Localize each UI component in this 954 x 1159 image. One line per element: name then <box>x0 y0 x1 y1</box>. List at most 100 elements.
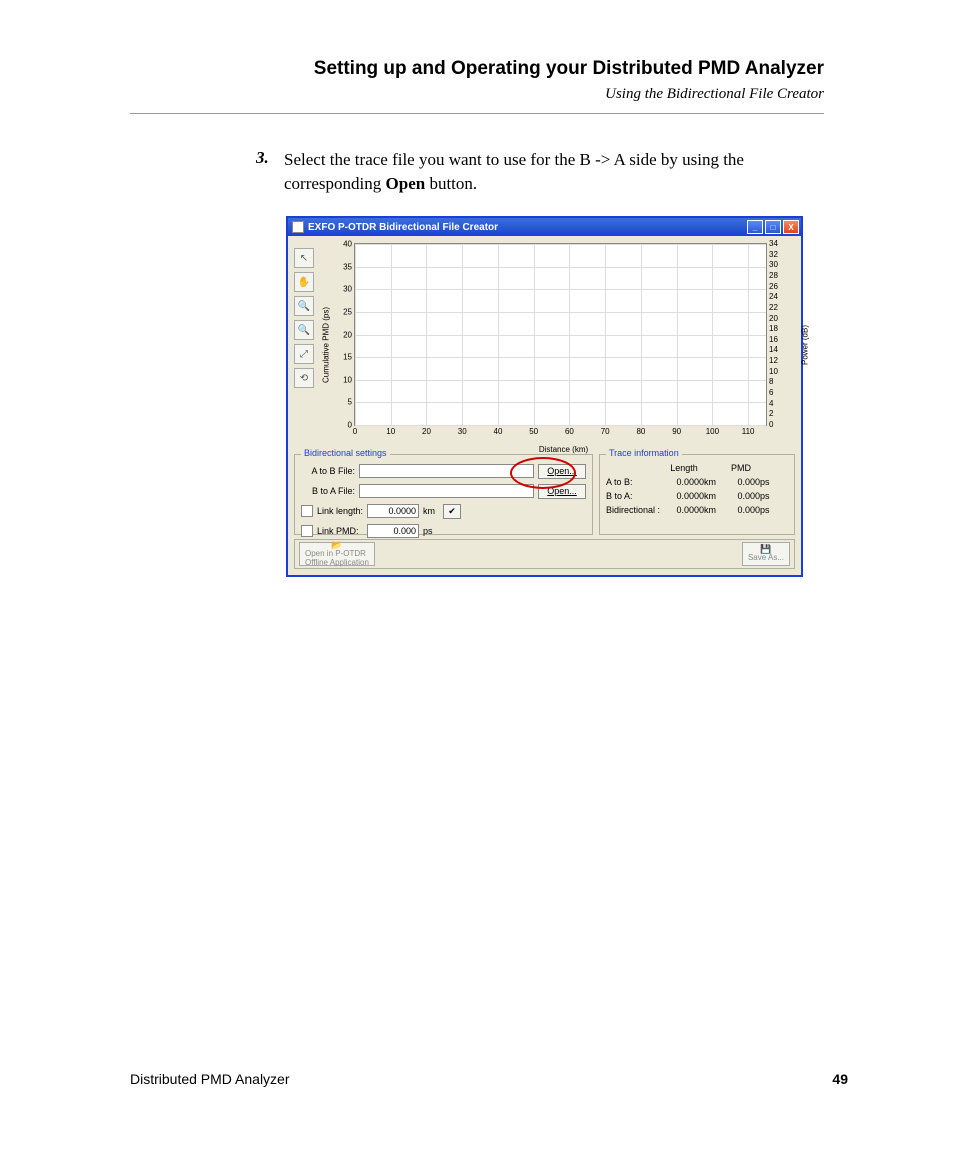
save-as-button[interactable]: 💾 Save As... <box>742 542 790 566</box>
zoom-out-button[interactable]: 🔍 <box>294 320 314 340</box>
y2-tick: 34 <box>766 240 778 248</box>
y2-tick: 16 <box>766 336 778 344</box>
x-axis-label: Distance (km) <box>539 445 588 454</box>
link-pmd-label: Link PMD: <box>317 526 367 536</box>
y2-tick: 22 <box>766 304 778 312</box>
y2-tick: 0 <box>766 421 773 429</box>
close-button[interactable]: X <box>783 220 799 234</box>
trace-legend: Trace information <box>606 448 682 458</box>
pointer-tool-button[interactable]: ↖ <box>294 248 314 268</box>
trace-length-unit: km <box>704 491 722 501</box>
trace-pmd-unit: ps <box>760 505 774 515</box>
ab-file-label: A to B File: <box>301 466 359 476</box>
ab-file-input[interactable] <box>359 464 534 478</box>
plot-area[interactable]: 0102030405060708090100110051015202530354… <box>354 243 767 426</box>
y2-tick: 8 <box>766 378 773 386</box>
section-title: Using the Bidirectional File Creator <box>130 86 824 103</box>
trace-row-label: Bidirectional : <box>606 505 664 515</box>
y-axis-label: Cumulative PMD (ps) <box>322 307 331 383</box>
x-tick: 10 <box>386 425 395 436</box>
ba-file-label: B to A File: <box>301 486 359 496</box>
y2-tick: 30 <box>766 261 778 269</box>
trace-row-label: A to B: <box>606 477 664 487</box>
trace-length-value: 0.0000 <box>664 477 704 487</box>
y-tick: 40 <box>343 240 355 249</box>
trace-length-unit: km <box>704 477 722 487</box>
pan-tool-button[interactable]: ✋ <box>294 272 314 292</box>
trace-pmd-unit: ps <box>760 477 774 487</box>
x-tick: 20 <box>422 425 431 436</box>
minimize-button[interactable]: _ <box>747 220 763 234</box>
y-tick: 15 <box>343 353 355 362</box>
trace-row-label: B to A: <box>606 491 664 501</box>
x-tick: 100 <box>706 425 719 436</box>
trace-pmd-value: 0.000 <box>722 477 760 487</box>
x-tick: 80 <box>636 425 645 436</box>
link-pmd-unit: ps <box>423 526 439 536</box>
x-tick: 60 <box>565 425 574 436</box>
x-tick: 30 <box>458 425 467 436</box>
y2-tick: 4 <box>766 400 773 408</box>
x-tick: 70 <box>601 425 610 436</box>
x-tick: 50 <box>529 425 538 436</box>
page-number: 49 <box>832 1071 848 1087</box>
trace-pmd-value: 0.000 <box>722 505 760 515</box>
link-length-checkbox[interactable] <box>301 505 313 517</box>
step-number: 3. <box>256 148 284 196</box>
y2-tick: 20 <box>766 315 778 323</box>
y2-axis-label: Power (dB) <box>801 325 810 365</box>
link-pmd-input[interactable] <box>367 524 419 538</box>
y-tick: 10 <box>343 375 355 384</box>
y2-tick: 18 <box>766 325 778 333</box>
trace-length-value: 0.0000 <box>664 505 704 515</box>
y2-tick: 24 <box>766 293 778 301</box>
y-tick: 30 <box>343 285 355 294</box>
x-tick: 40 <box>494 425 503 436</box>
zoom-in-button[interactable]: 🔍 <box>294 296 314 316</box>
link-length-unit: km <box>423 506 439 516</box>
y2-tick: 2 <box>766 410 773 418</box>
app-icon <box>292 221 304 233</box>
y2-tick: 26 <box>766 283 778 291</box>
trace-pmd-unit: ps <box>760 491 774 501</box>
trace-info-panel: Trace information Length PMD A to B:0.00… <box>599 454 795 535</box>
step-text: Select the trace file you want to use fo… <box>284 148 824 196</box>
link-length-label: Link length: <box>317 506 367 516</box>
bottom-bar: 📂 Open in P-OTDROffline Application 💾 Sa… <box>294 539 795 569</box>
app-window: EXFO P-OTDR Bidirectional File Creator _… <box>286 216 803 577</box>
y2-tick: 6 <box>766 389 773 397</box>
y2-tick: 32 <box>766 251 778 259</box>
chart: Cumulative PMD (ps) Power (dB) 010203040… <box>332 240 795 450</box>
y2-tick: 10 <box>766 368 778 376</box>
x-tick: 90 <box>672 425 681 436</box>
y2-tick: 12 <box>766 357 778 365</box>
link-pmd-checkbox[interactable] <box>301 525 313 537</box>
bidi-legend: Bidirectional settings <box>301 448 390 458</box>
link-length-apply-button[interactable]: ✔ <box>443 504 461 519</box>
ba-file-input[interactable] <box>359 484 534 498</box>
open-offline-button[interactable]: 📂 Open in P-OTDROffline Application <box>299 542 375 566</box>
y-tick: 20 <box>343 330 355 339</box>
y2-tick: 14 <box>766 346 778 354</box>
y2-tick: 28 <box>766 272 778 280</box>
trace-pmd-value: 0.000 <box>722 491 760 501</box>
link-length-input[interactable] <box>367 504 419 518</box>
bidi-settings-panel: Bidirectional settings A to B File: Open… <box>294 454 593 535</box>
zoom-fit-button[interactable]: ⤢ <box>294 344 314 364</box>
footer-doc-title: Distributed PMD Analyzer <box>130 1071 290 1087</box>
chapter-title: Setting up and Operating your Distribute… <box>130 58 824 80</box>
header-rule <box>130 113 824 114</box>
ba-open-button[interactable]: Open... <box>538 484 586 499</box>
y-tick: 35 <box>343 262 355 271</box>
ab-open-button[interactable]: Open... <box>538 464 586 479</box>
y-tick: 5 <box>348 398 355 407</box>
titlebar[interactable]: EXFO P-OTDR Bidirectional File Creator _… <box>288 218 801 236</box>
length-header: Length <box>664 463 704 473</box>
y-tick: 25 <box>343 307 355 316</box>
window-title: EXFO P-OTDR Bidirectional File Creator <box>308 222 745 233</box>
zoom-reset-button[interactable]: ⟲ <box>294 368 314 388</box>
pmd-header: PMD <box>722 463 760 473</box>
y-tick: 0 <box>348 421 355 430</box>
x-tick: 110 <box>742 425 755 436</box>
maximize-button[interactable]: □ <box>765 220 781 234</box>
